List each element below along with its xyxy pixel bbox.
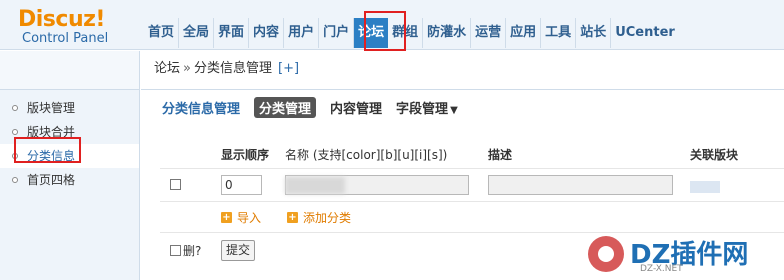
tab-category-manage[interactable]: 分类管理 — [254, 96, 317, 118]
nav-antispam[interactable]: 防灌水 — [423, 18, 472, 48]
nav-tools[interactable]: 工具 — [541, 18, 577, 48]
sub-tabs: 分类信息管理 分类管理 内容管理 字段管理 ▼ — [162, 96, 472, 118]
sidebar-item-forum-manage[interactable]: 版块管理 — [0, 96, 139, 120]
column-header-desc: 描述 — [488, 148, 513, 162]
watermark-subtitle: DZ-X.NET — [640, 264, 683, 274]
top-nav: 首页 全局 界面 内容 用户 门户 论坛 群组 防灌水 运营 应用 工具 站长 … — [144, 18, 679, 48]
bullet-icon — [12, 105, 18, 111]
highlight-frame-sidebar — [14, 137, 81, 163]
breadcrumb-separator: » — [183, 61, 191, 76]
delete-checkbox[interactable] — [170, 245, 181, 256]
row-select-checkbox[interactable] — [170, 179, 181, 190]
delete-toggle[interactable]: 删? — [170, 242, 201, 259]
import-button[interactable]: + 导入 — [221, 209, 261, 226]
add-shortcut-button[interactable]: [+] — [278, 61, 299, 76]
breadcrumb-root[interactable]: 论坛 — [154, 61, 180, 76]
logo-subtitle: Control Panel — [22, 31, 109, 46]
nav-interface[interactable]: 界面 — [214, 18, 250, 48]
nav-operations[interactable]: 运营 — [471, 18, 507, 48]
linked-forums-cell[interactable] — [690, 181, 720, 193]
add-category-label: 添加分类 — [303, 211, 352, 225]
highlight-frame-nav — [364, 11, 406, 51]
category-desc-input[interactable] — [488, 175, 673, 195]
sidebar-item-grid[interactable]: 首页四格 — [0, 168, 139, 192]
logo[interactable]: Discuz! Control Panel — [18, 9, 138, 47]
tab-field-manage[interactable]: 字段管理 ▼ — [396, 98, 458, 117]
tab-label: 字段管理 — [396, 101, 449, 117]
sidebar: 版块管理 版块合并 分类信息 首页四格 — [0, 51, 140, 280]
nav-global[interactable]: 全局 — [179, 18, 215, 48]
nav-ucenter[interactable]: UCenter — [611, 18, 679, 48]
display-order-input[interactable] — [221, 175, 262, 195]
breadcrumb-current: 分类信息管理 — [193, 61, 272, 76]
nav-content[interactable]: 内容 — [249, 18, 285, 48]
watermark-icon — [588, 236, 624, 272]
add-category-button[interactable]: + 添加分类 — [287, 209, 351, 226]
table-divider — [160, 168, 784, 169]
tab-content-manage[interactable]: 内容管理 — [330, 98, 382, 117]
column-header-name: 名称 (支持[color][b][u][i][s]) — [285, 148, 448, 162]
bullet-icon — [12, 177, 18, 183]
table-divider — [160, 201, 784, 202]
page-title: 分类信息管理 — [162, 101, 241, 117]
logo-text: Discuz! — [18, 7, 105, 32]
breadcrumb: 论坛» 分类信息管理 [+] — [141, 51, 784, 90]
nav-admin[interactable]: 站长 — [576, 18, 612, 48]
redacted-name — [285, 177, 345, 194]
plus-icon: + — [221, 212, 232, 223]
nav-portal[interactable]: 门户 — [319, 18, 355, 48]
nav-apps[interactable]: 应用 — [506, 18, 542, 48]
plus-icon: + — [287, 212, 298, 223]
import-label: 导入 — [237, 211, 262, 225]
sidebar-item-label: 首页四格 — [27, 173, 76, 187]
nav-users[interactable]: 用户 — [284, 18, 320, 48]
nav-home[interactable]: 首页 — [144, 18, 180, 48]
delete-label: 删? — [183, 244, 202, 258]
submit-button[interactable]: 提交 — [221, 240, 255, 261]
column-header-forums: 关联版块 — [690, 148, 739, 162]
chevron-down-icon: ▼ — [450, 104, 458, 116]
sidebar-top — [0, 51, 139, 90]
sidebar-item-label: 版块管理 — [27, 101, 76, 115]
watermark-logo: DZ插件网 DZ-X.NET — [580, 228, 784, 280]
column-header-order: 显示顺序 — [221, 148, 270, 162]
bullet-icon — [12, 129, 18, 135]
